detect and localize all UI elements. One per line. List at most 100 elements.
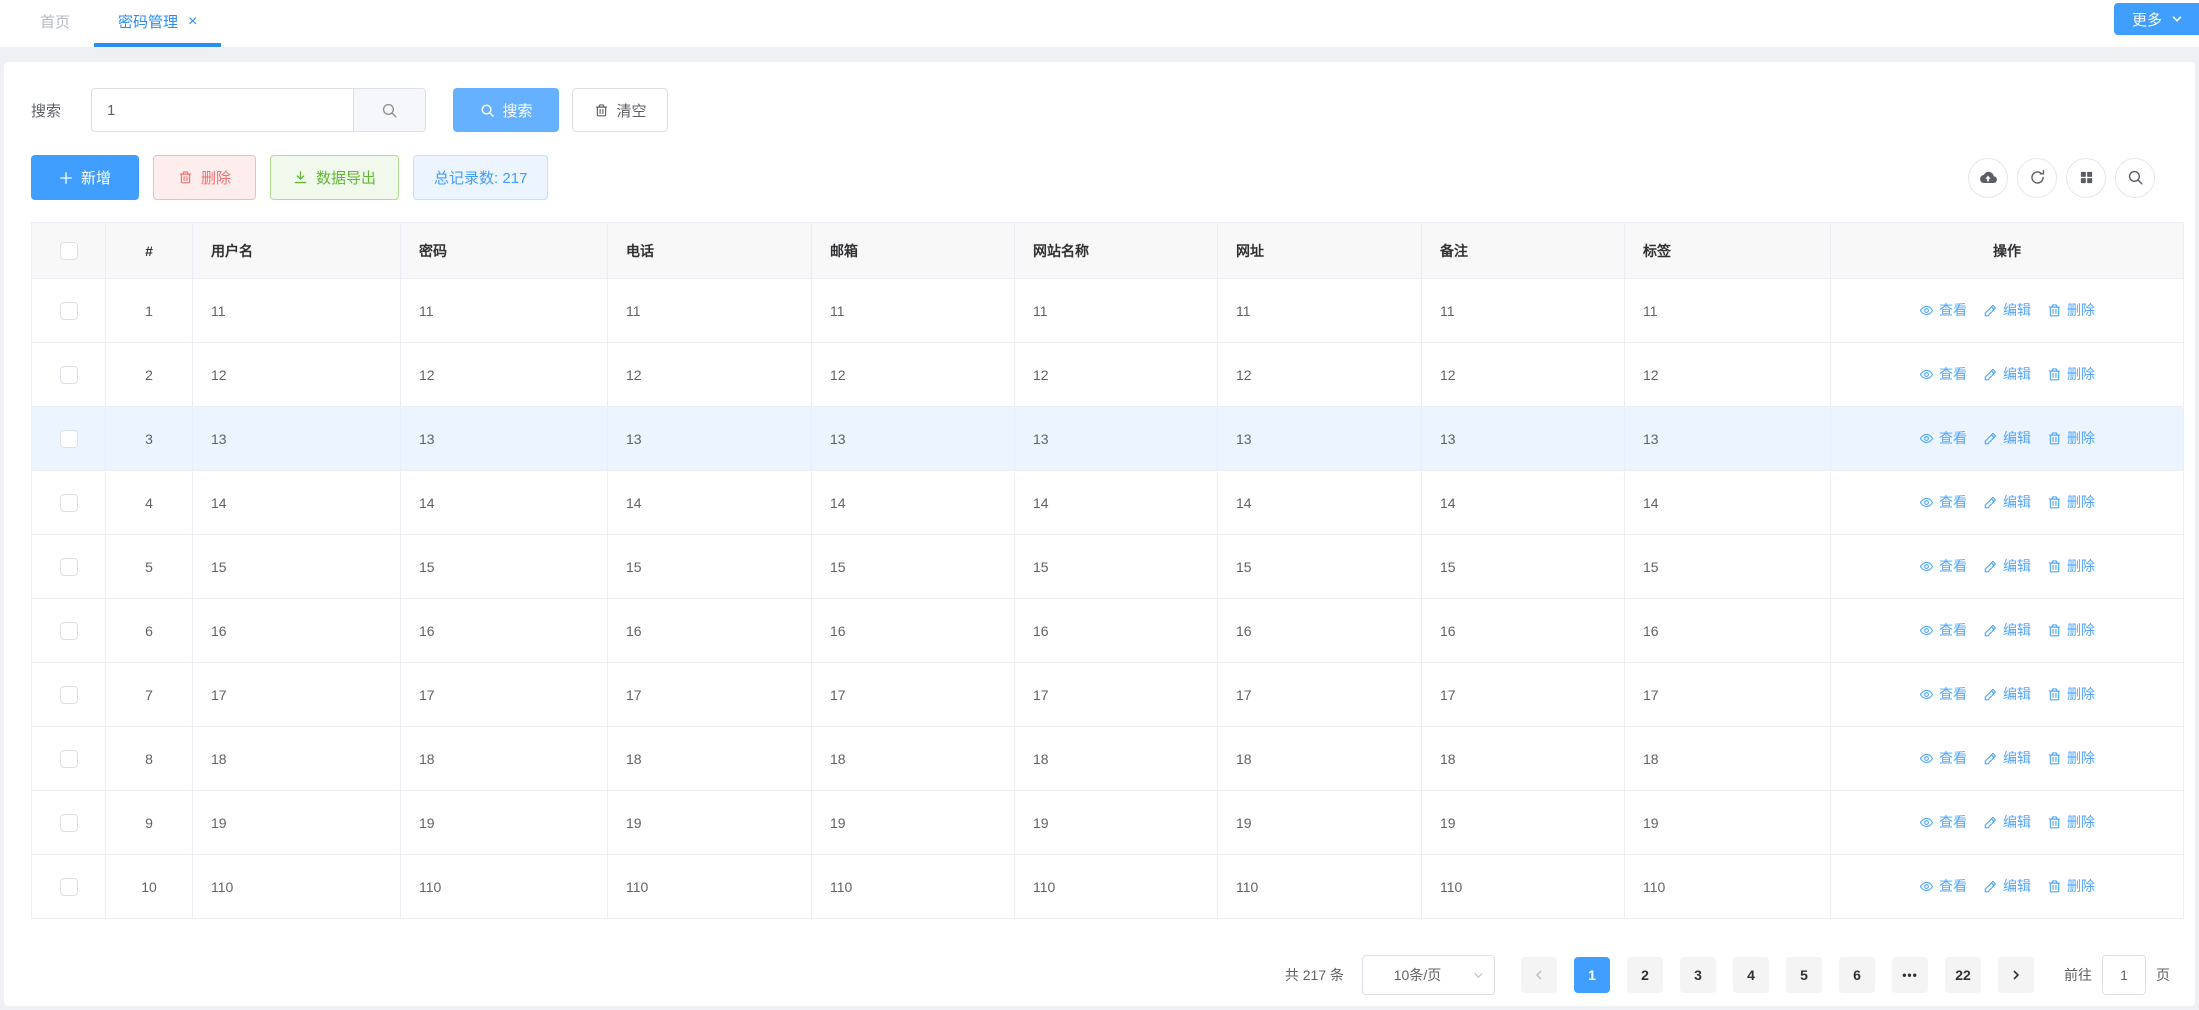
row-index: 1 bbox=[106, 279, 193, 343]
row-checkbox[interactable] bbox=[60, 430, 78, 448]
view-link[interactable]: 查看 bbox=[1919, 812, 1967, 832]
tab-active[interactable]: 密码管理× bbox=[94, 0, 221, 47]
row-cell: 17 bbox=[1625, 663, 1831, 727]
row-cell: 110 bbox=[1422, 855, 1625, 919]
tab-close-icon[interactable]: × bbox=[188, 14, 197, 30]
clear-button[interactable]: 清空 bbox=[572, 88, 668, 132]
edit-link[interactable]: 编辑 bbox=[1983, 492, 2031, 512]
view-link[interactable]: 查看 bbox=[1919, 556, 1967, 576]
trash-icon bbox=[2047, 623, 2062, 638]
row-cell: 17 bbox=[1422, 663, 1625, 727]
view-link[interactable]: 查看 bbox=[1919, 620, 1967, 640]
delete-link[interactable]: 删除 bbox=[2047, 876, 2095, 896]
page-size-value: 10条/页 bbox=[1394, 965, 1441, 985]
view-link[interactable]: 查看 bbox=[1919, 428, 1967, 448]
edit-link[interactable]: 编辑 bbox=[1983, 876, 2031, 896]
table-row: 61616161616161616查看编辑删除 bbox=[32, 599, 2184, 663]
pager-page-6[interactable]: 6 bbox=[1839, 957, 1875, 993]
row-actions: 查看编辑删除 bbox=[1831, 279, 2184, 343]
pager-page-1[interactable]: 1 bbox=[1574, 957, 1610, 993]
delete-link[interactable]: 删除 bbox=[2047, 556, 2095, 576]
row-cell: 17 bbox=[193, 663, 401, 727]
goto-page-input[interactable] bbox=[2102, 955, 2146, 995]
delete-link[interactable]: 删除 bbox=[2047, 748, 2095, 768]
table-row: 41414141414141414查看编辑删除 bbox=[32, 471, 2184, 535]
edit-link[interactable]: 编辑 bbox=[1983, 428, 2031, 448]
edit-link-label: 编辑 bbox=[2003, 364, 2031, 384]
refresh-icon[interactable] bbox=[2017, 158, 2057, 198]
edit-link[interactable]: 编辑 bbox=[1983, 684, 2031, 704]
row-actions: 查看编辑删除 bbox=[1831, 535, 2184, 599]
grid-icon[interactable] bbox=[2066, 158, 2106, 198]
row-cell: 13 bbox=[193, 407, 401, 471]
page-size-select[interactable]: 10条/页 bbox=[1362, 955, 1495, 995]
edit-link[interactable]: 编辑 bbox=[1983, 556, 2031, 576]
delete-button[interactable]: 删除 bbox=[153, 155, 256, 200]
search-icon[interactable] bbox=[2115, 158, 2155, 198]
pager-page-2[interactable]: 2 bbox=[1627, 957, 1663, 993]
edit-link[interactable]: 编辑 bbox=[1983, 748, 2031, 768]
pager-ellipsis[interactable]: ••• bbox=[1892, 957, 1928, 993]
row-index: 10 bbox=[106, 855, 193, 919]
row-checkbox[interactable] bbox=[60, 558, 78, 576]
search-append-button[interactable] bbox=[353, 89, 425, 131]
pager-page-5[interactable]: 5 bbox=[1786, 957, 1822, 993]
tab-list: 首页密码管理× bbox=[16, 0, 221, 47]
search-label: 搜索 bbox=[31, 100, 61, 121]
row-cell: 15 bbox=[1015, 535, 1218, 599]
delete-link[interactable]: 删除 bbox=[2047, 428, 2095, 448]
row-checkbox-cell bbox=[32, 663, 106, 727]
export-button[interactable]: 数据导出 bbox=[270, 155, 399, 200]
add-button[interactable]: 新增 bbox=[31, 155, 139, 200]
row-checkbox[interactable] bbox=[60, 750, 78, 768]
delete-link[interactable]: 删除 bbox=[2047, 620, 2095, 640]
view-link[interactable]: 查看 bbox=[1919, 364, 1967, 384]
row-cell: 110 bbox=[1625, 855, 1831, 919]
pager-page-4[interactable]: 4 bbox=[1733, 957, 1769, 993]
row-cell: 19 bbox=[1218, 791, 1422, 855]
table-tools bbox=[1968, 158, 2155, 198]
pager-page-3[interactable]: 3 bbox=[1680, 957, 1716, 993]
row-checkbox[interactable] bbox=[60, 622, 78, 640]
more-button[interactable]: 更多 bbox=[2114, 3, 2199, 35]
delete-link[interactable]: 删除 bbox=[2047, 300, 2095, 320]
row-cell: 14 bbox=[1015, 471, 1218, 535]
view-link-label: 查看 bbox=[1939, 492, 1967, 512]
row-checkbox[interactable] bbox=[60, 686, 78, 704]
search-button[interactable]: 搜索 bbox=[453, 88, 559, 132]
view-link[interactable]: 查看 bbox=[1919, 684, 1967, 704]
delete-link[interactable]: 删除 bbox=[2047, 492, 2095, 512]
main-panel: 搜索 搜索 清空 新增 bbox=[4, 62, 2195, 1006]
eye-icon bbox=[1919, 751, 1934, 766]
row-checkbox[interactable] bbox=[60, 494, 78, 512]
select-all-checkbox[interactable] bbox=[60, 242, 78, 260]
trash-icon bbox=[2047, 751, 2062, 766]
view-link[interactable]: 查看 bbox=[1919, 492, 1967, 512]
edit-link[interactable]: 编辑 bbox=[1983, 620, 2031, 640]
pager-prev-button[interactable] bbox=[1521, 957, 1557, 993]
view-link[interactable]: 查看 bbox=[1919, 300, 1967, 320]
delete-link[interactable]: 删除 bbox=[2047, 684, 2095, 704]
tab-inactive[interactable]: 首页 bbox=[16, 0, 94, 47]
pager-page-22[interactable]: 22 bbox=[1945, 957, 1981, 993]
cloud-upload-icon[interactable] bbox=[1968, 158, 2008, 198]
edit-link[interactable]: 编辑 bbox=[1983, 812, 2031, 832]
view-link[interactable]: 查看 bbox=[1919, 876, 1967, 896]
search-input[interactable] bbox=[92, 89, 353, 131]
row-checkbox[interactable] bbox=[60, 814, 78, 832]
edit-link[interactable]: 编辑 bbox=[1983, 364, 2031, 384]
pencil-icon bbox=[1983, 623, 1998, 638]
view-link[interactable]: 查看 bbox=[1919, 748, 1967, 768]
row-checkbox[interactable] bbox=[60, 302, 78, 320]
pager-next-button[interactable] bbox=[1998, 957, 2034, 993]
row-checkbox[interactable] bbox=[60, 366, 78, 384]
row-checkbox-cell bbox=[32, 791, 106, 855]
row-cell: 17 bbox=[1218, 663, 1422, 727]
edit-link[interactable]: 编辑 bbox=[1983, 300, 2031, 320]
delete-link[interactable]: 删除 bbox=[2047, 812, 2095, 832]
delete-button-label: 删除 bbox=[201, 167, 231, 188]
pencil-icon bbox=[1983, 495, 1998, 510]
search-icon bbox=[480, 103, 495, 118]
delete-link[interactable]: 删除 bbox=[2047, 364, 2095, 384]
row-checkbox[interactable] bbox=[60, 878, 78, 896]
